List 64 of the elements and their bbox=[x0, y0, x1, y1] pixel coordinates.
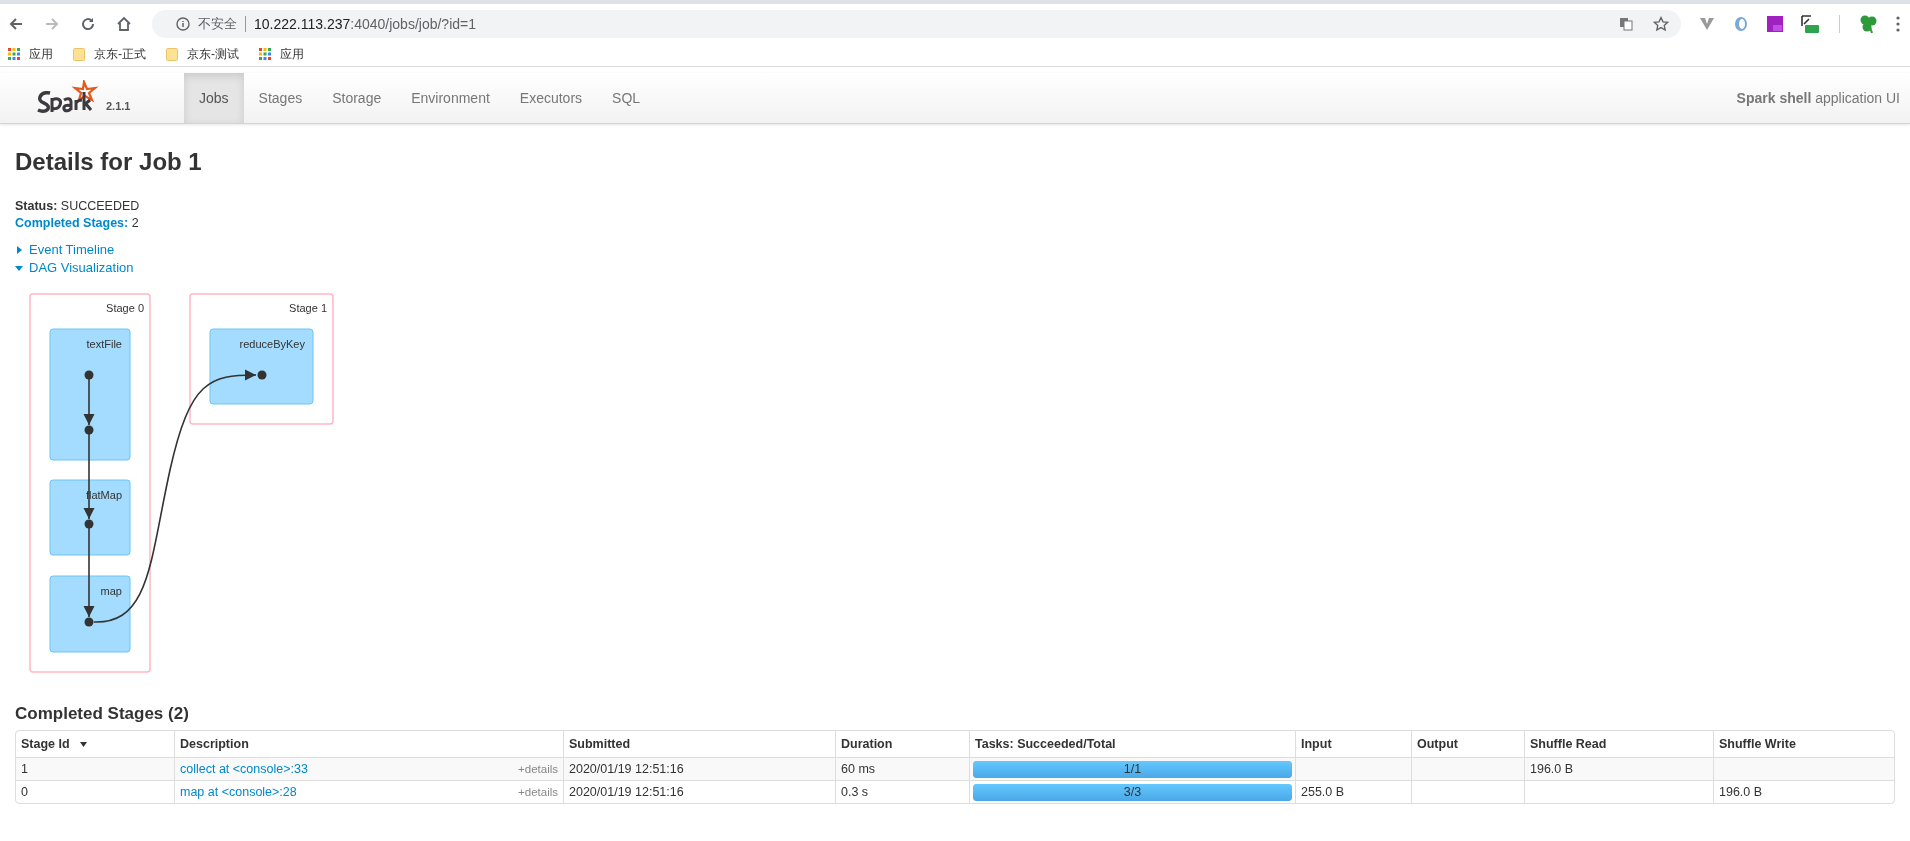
on-extension-icon[interactable] bbox=[1801, 15, 1819, 33]
progress-bar: 3/3 bbox=[973, 783, 1292, 801]
rdd-dot bbox=[257, 370, 267, 380]
rdd-dot bbox=[84, 370, 94, 380]
stage-link[interactable]: map at <console>:28 bbox=[180, 785, 297, 799]
operation-label: reduceByKey bbox=[239, 338, 305, 350]
home-icon[interactable] bbox=[116, 16, 132, 32]
bookmark-item[interactable]: 京东-测试 bbox=[166, 45, 239, 63]
spark-logo-icon bbox=[34, 80, 100, 116]
rdd-dot bbox=[84, 617, 94, 627]
table-cell: 2020/01/19 12:51:16 bbox=[563, 780, 835, 803]
nav-tab[interactable]: Environment bbox=[396, 73, 505, 123]
folder-icon bbox=[166, 47, 178, 61]
section-title: Completed Stages (2) bbox=[15, 704, 190, 724]
column-header[interactable]: Stage Id bbox=[16, 731, 174, 757]
bookmark-item[interactable]: 应用 bbox=[8, 45, 53, 63]
details-link[interactable]: +details bbox=[518, 786, 558, 798]
nav-tab[interactable]: Storage bbox=[317, 73, 397, 123]
caret-down-icon bbox=[15, 263, 23, 272]
stage-label: Stage 1 bbox=[289, 302, 327, 314]
table-cell: 196.0 B bbox=[1719, 785, 1763, 799]
info-icon bbox=[176, 17, 190, 31]
app-name: Spark shell application UI bbox=[1736, 90, 1901, 106]
apps-grid-icon bbox=[8, 48, 20, 60]
rdd-dot bbox=[84, 519, 94, 529]
sort-caret-icon bbox=[79, 741, 87, 747]
chevron-extension-icon[interactable] bbox=[1699, 17, 1715, 31]
table-cell: 0.3 s bbox=[835, 780, 969, 803]
clover-icon[interactable] bbox=[1858, 14, 1878, 34]
section-toggle[interactable]: DAG Visualization bbox=[15, 259, 1895, 276]
stage-label: Stage 0 bbox=[106, 302, 144, 314]
nav-tab[interactable]: Jobs bbox=[184, 73, 244, 123]
rdd-dot bbox=[84, 425, 94, 435]
nav-tab[interactable]: Stages bbox=[243, 73, 318, 123]
security-label: 不安全 bbox=[198, 15, 237, 33]
table-cell: 60 ms bbox=[835, 757, 969, 780]
table-cell: 1 bbox=[16, 757, 174, 780]
nav-tab[interactable]: Executors bbox=[504, 73, 598, 123]
url-text: 10.222.113.237:4040/jobs/job/?id=1 bbox=[254, 16, 476, 32]
table-cell: 2020/01/19 12:51:16 bbox=[563, 757, 835, 780]
address-bar[interactable]: 不安全 10.222.113.237:4040/jobs/job/?id=1 bbox=[152, 10, 1681, 38]
table-cell: 196.0 B bbox=[1530, 762, 1574, 776]
reload-icon[interactable] bbox=[80, 16, 96, 32]
operation-label: textFile bbox=[86, 338, 122, 350]
more-menu-icon[interactable] bbox=[1896, 16, 1900, 32]
bookmark-item[interactable]: 应用 bbox=[259, 45, 304, 63]
page-title: Details for Job 1 bbox=[15, 148, 203, 176]
translate-icon[interactable] bbox=[1619, 17, 1633, 31]
nav-tab[interactable]: SQL bbox=[597, 73, 656, 123]
section-toggle[interactable]: Event Timeline bbox=[15, 241, 1895, 258]
table-cell: 255.0 B bbox=[1301, 785, 1345, 799]
back-arrow-icon[interactable] bbox=[8, 16, 24, 32]
table-cell: 0 bbox=[16, 780, 174, 803]
caret-right-icon bbox=[15, 245, 23, 254]
version-label: 2.1.1 bbox=[106, 100, 131, 112]
star-icon[interactable] bbox=[1653, 16, 1669, 32]
completed-stages-line: Completed Stages: 2 bbox=[15, 216, 139, 230]
apps-grid-icon bbox=[259, 48, 271, 60]
status-line: Status: SUCCEEDED bbox=[15, 199, 140, 213]
operation-label: map bbox=[100, 585, 122, 597]
stage-link[interactable]: collect at <console>:33 bbox=[180, 762, 308, 776]
folder-icon bbox=[73, 47, 85, 61]
progress-bar: 1/1 bbox=[973, 760, 1292, 778]
bookmark-item[interactable]: 京东-正式 bbox=[73, 45, 146, 63]
